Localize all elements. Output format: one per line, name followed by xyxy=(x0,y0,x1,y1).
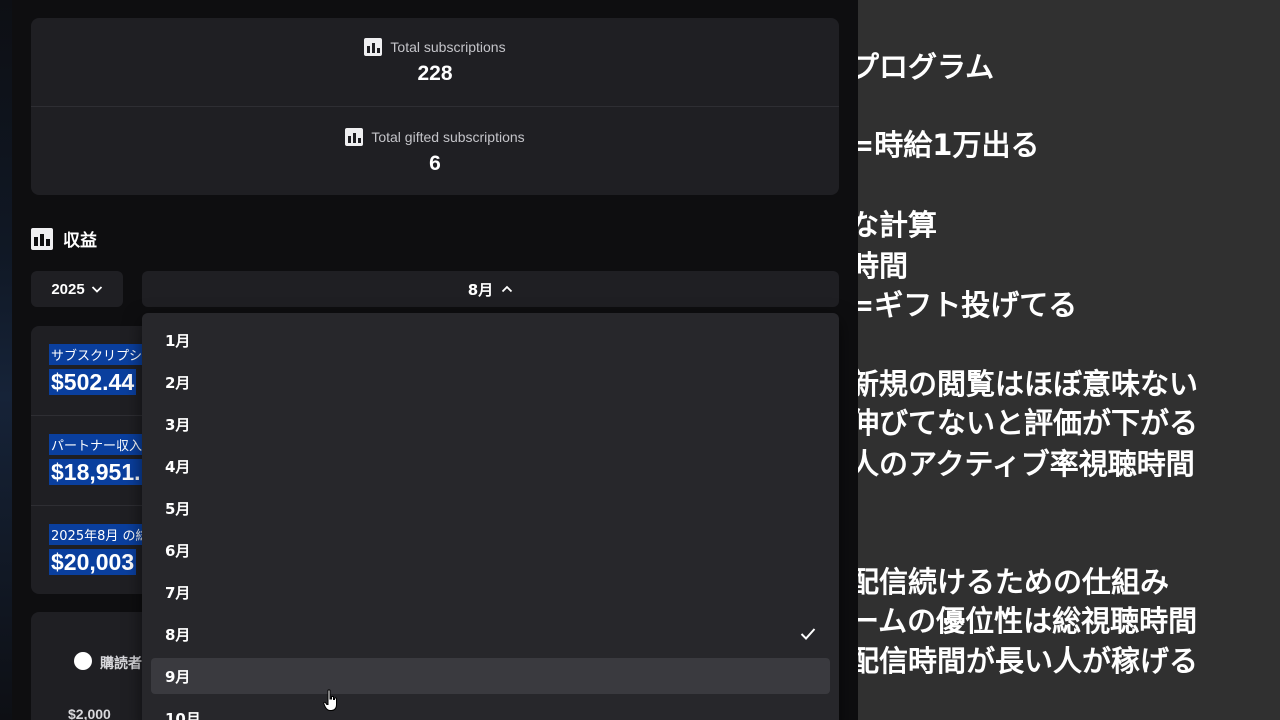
revenue-row-total: 2025年8月 の総 $20,003 xyxy=(49,524,151,576)
note-line: 人のアクティブ率視聴時間 xyxy=(858,447,1195,481)
background-edge xyxy=(0,0,12,720)
month-option[interactable]: 7月 xyxy=(151,574,830,610)
note-line: 配信続けるための仕組み xyxy=(858,565,1170,599)
note-line: ームの優位性は総視聴時間 xyxy=(858,604,1198,638)
month-option[interactable]: 2月 xyxy=(151,364,830,400)
revenue-row-amount: $502.44 xyxy=(49,369,137,395)
month-option-label: 5月 xyxy=(165,499,191,518)
bar-chart-icon xyxy=(345,127,364,146)
month-option-label: 7月 xyxy=(165,583,191,602)
year-value: 2025 xyxy=(51,280,85,298)
chevron-up-icon xyxy=(502,285,513,293)
notes-panel: プログラム =時給1万出る な計算 時間 =ギフト投げてる 新規の閲覧はほぼ意味… xyxy=(858,0,1280,720)
note-line: プログラム xyxy=(858,50,995,84)
month-dropdown-menu: 1月 2月 3月 4月 5月 6月 7月 8月 9月 10月 xyxy=(142,313,839,720)
revenue-row-label: サブスクリプシ xyxy=(49,344,145,365)
check-icon xyxy=(800,628,816,640)
total-subscriptions-label: Total subscriptions xyxy=(390,39,506,55)
month-option-label: 4月 xyxy=(165,457,191,476)
revenue-row-label: 2025年8月 の総 xyxy=(49,524,151,545)
month-option-label: 2月 xyxy=(165,373,191,392)
note-line: 時間 xyxy=(858,249,909,283)
total-gifted-subscriptions: Total gifted subscriptions 6 xyxy=(31,107,839,196)
month-option[interactable]: 3月 xyxy=(151,406,830,442)
total-subscriptions: Total subscriptions 228 xyxy=(31,18,839,107)
revenue-row-amount: $18,951. xyxy=(49,459,143,485)
note-line: 配信時間が長い人が稼げる xyxy=(858,644,1199,678)
legend-dot[interactable] xyxy=(74,652,92,670)
note-line: =時給1万出る xyxy=(858,128,1040,162)
legend-label: 購読者 xyxy=(100,656,142,672)
total-subscriptions-header: Total subscriptions xyxy=(364,38,506,56)
month-option-label: 10月 xyxy=(165,709,201,720)
month-option[interactable]: 1月 xyxy=(151,322,830,358)
month-option-selected[interactable]: 8月 xyxy=(151,616,830,652)
month-option[interactable]: 4月 xyxy=(151,448,830,484)
y-axis-tick: $2,000 xyxy=(68,706,111,720)
divider xyxy=(31,415,143,416)
month-option-hovered[interactable]: 9月 xyxy=(151,658,830,694)
chevron-down-icon xyxy=(91,286,102,293)
screen: Total subscriptions 228 Total gifted sub… xyxy=(0,0,1280,720)
revenue-row-partner: パートナー収入 $18,951. xyxy=(49,434,145,486)
month-option[interactable]: 5月 xyxy=(151,490,830,526)
bar-chart-icon xyxy=(31,227,53,250)
month-option-label: 3月 xyxy=(165,415,191,434)
month-option[interactable]: 10月 xyxy=(151,700,830,720)
revenue-section-title: 収益 xyxy=(31,226,97,251)
note-line: 伸びてないと評価が下がる xyxy=(858,406,1199,440)
revenue-row-amount-wrap: $502.44 xyxy=(49,369,144,396)
revenue-row-label: パートナー収入 xyxy=(49,434,145,455)
month-option-label: 6月 xyxy=(165,541,191,560)
month-value: 8月 xyxy=(467,280,494,299)
total-gifted-header: Total gifted subscriptions xyxy=(345,127,525,146)
revenue-title: 収益 xyxy=(63,231,97,251)
hand-cursor-icon xyxy=(323,689,337,711)
revenue-row-subscriptions: サブスクリプシ $502.44 xyxy=(49,344,145,396)
total-subscriptions-value: 228 xyxy=(417,62,453,85)
note-line: な計算 xyxy=(858,208,938,242)
total-gifted-value: 6 xyxy=(429,151,441,175)
subscription-totals-card: Total subscriptions 228 Total gifted sub… xyxy=(31,18,839,195)
month-option[interactable]: 6月 xyxy=(151,532,830,568)
total-gifted-label: Total gifted subscriptions xyxy=(371,128,525,145)
month-option-label: 9月 xyxy=(165,667,191,686)
revenue-row-amount-wrap: $20,003 xyxy=(49,549,151,576)
month-option-label: 8月 xyxy=(165,625,191,644)
divider xyxy=(31,505,143,506)
note-line: 新規の閲覧はほぼ意味ない xyxy=(858,367,1199,401)
bar-chart-icon xyxy=(364,38,383,56)
month-select[interactable]: 8月 xyxy=(142,271,839,307)
note-line: =ギフト投げてる xyxy=(858,288,1078,322)
year-select[interactable]: 2025 xyxy=(31,271,123,307)
revenue-row-amount-wrap: $18,951. xyxy=(49,459,144,486)
revenue-dashboard: Total subscriptions 228 Total gifted sub… xyxy=(0,0,858,720)
month-option-label: 1月 xyxy=(165,331,191,350)
revenue-row-amount: $20,003 xyxy=(49,549,137,575)
